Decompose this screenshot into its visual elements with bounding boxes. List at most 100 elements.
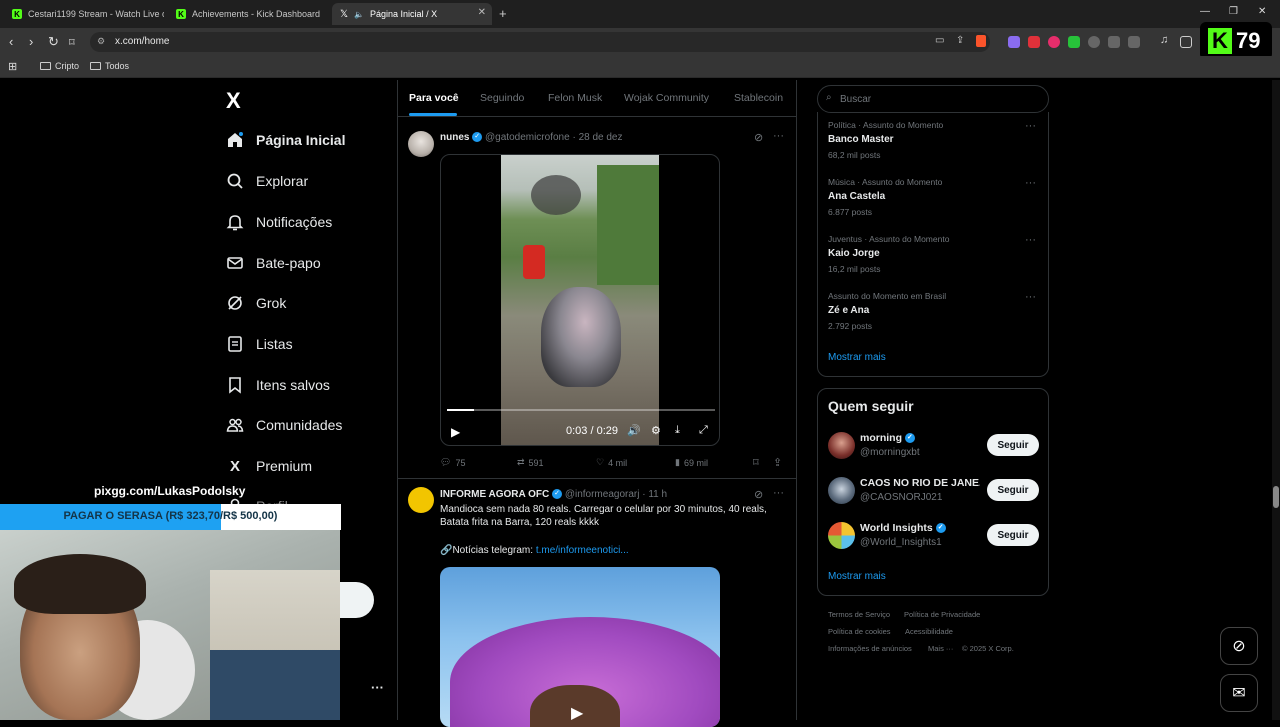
x-logo[interactable]: X <box>226 88 241 114</box>
scrollbar-thumb[interactable] <box>1273 486 1279 508</box>
more-icon[interactable]: ··· <box>773 487 784 499</box>
author-handle[interactable]: @informeagorarj <box>565 489 640 500</box>
grok-fab-icon[interactable]: ⊘ <box>1220 627 1258 665</box>
extension-icon[interactable] <box>1088 36 1100 48</box>
tab-for-you[interactable]: Para você <box>409 92 459 104</box>
suggested-account-name[interactable]: morning ✓ <box>860 432 915 444</box>
more-icon[interactable]: ··· <box>1025 177 1036 189</box>
reply-action[interactable]: 💬︎ 75 <box>440 457 465 468</box>
post-video[interactable]: ▶ <box>440 567 720 727</box>
avatar[interactable] <box>828 432 855 459</box>
footer-link[interactable]: Termos de Serviço <box>828 610 890 619</box>
volume-icon[interactable]: 🔊 <box>627 424 641 437</box>
tab-felon-musk[interactable]: Felon Musk <box>548 92 602 104</box>
post-link[interactable]: t.me/informeenotici... <box>536 545 629 556</box>
more-icon[interactable]: ··· <box>1025 120 1036 132</box>
site-info-icon[interactable]: ⚙ <box>97 36 105 47</box>
tab-wojak-community[interactable]: Wojak Community <box>624 92 709 104</box>
reload-icon[interactable]: ↻ <box>48 34 59 50</box>
grok-icon[interactable]: ⊘ <box>754 488 763 501</box>
footer-link[interactable]: Política de Privacidade <box>904 610 980 619</box>
post-date[interactable]: 28 de dez <box>579 132 623 143</box>
trend-name[interactable]: Ana Castela <box>828 191 885 202</box>
more-icon[interactable]: ··· <box>1025 291 1036 303</box>
restore-button[interactable]: ❐ <box>1229 6 1238 17</box>
avatar[interactable] <box>408 487 434 513</box>
author-name[interactable]: INFORME AGORA OFC <box>440 489 549 500</box>
avatar[interactable] <box>828 522 855 549</box>
views-action[interactable]: ▮ 69 mil <box>675 457 708 468</box>
play-icon[interactable]: ▶ <box>571 703 583 723</box>
show-more-trends-link[interactable]: Mostrar mais <box>828 352 886 363</box>
forward-icon[interactable]: › <box>29 34 33 49</box>
repost-action[interactable]: ⇄ 591 <box>517 457 544 468</box>
avatar[interactable] <box>408 131 434 157</box>
back-icon[interactable]: ‹ <box>9 34 13 49</box>
trend-name[interactable]: Banco Master <box>828 134 894 145</box>
avatar[interactable] <box>828 477 855 504</box>
extension-icon[interactable] <box>1028 36 1040 48</box>
follow-button[interactable]: Seguir <box>987 524 1039 546</box>
browser-tab-active[interactable]: 𝕏 🔈 Página Inicial / X ✕ <box>332 3 492 25</box>
footer-link[interactable]: Informações de anúncios <box>828 644 912 653</box>
settings-icon[interactable]: ⚙ <box>651 424 661 437</box>
close-tab-icon[interactable]: ✕ <box>478 7 486 18</box>
grok-icon[interactable]: ⊘ <box>754 131 763 144</box>
like-action[interactable]: ♡ 4 mil <box>596 457 627 468</box>
apps-grid-icon[interactable]: ⊞ <box>8 60 17 73</box>
nav-item-communities[interactable]: Comunidades <box>226 416 342 434</box>
video-player[interactable]: ▶ 0:03 / 0:29 🔊 ⚙ ⤓ ⤢ <box>440 154 720 446</box>
browser-tab[interactable]: K Achievements - Kick Dashboard <box>168 3 328 25</box>
extension-icon[interactable] <box>1008 36 1020 48</box>
footer-link[interactable]: Acessibilidade <box>905 627 953 636</box>
tab-following[interactable]: Seguindo <box>480 92 524 104</box>
picture-in-picture-icon[interactable]: ⤓ <box>675 424 680 437</box>
install-icon[interactable]: ▭ <box>935 35 944 46</box>
share-icon[interactable]: ⇪ <box>956 35 964 46</box>
nav-item-home[interactable]: Página Inicial <box>226 131 345 149</box>
author-handle[interactable]: @gatodemicrofone <box>485 132 570 143</box>
author-name[interactable]: nunes <box>440 132 469 143</box>
brave-shield-icon[interactable] <box>976 35 986 47</box>
show-more-follow-link[interactable]: Mostrar mais <box>828 571 886 582</box>
share-post-icon[interactable]: ⇪ <box>773 456 782 469</box>
post-date[interactable]: 11 h <box>648 489 667 500</box>
bookmark-post-icon[interactable]: ⌑ <box>753 456 759 469</box>
follow-button[interactable]: Seguir <box>987 479 1039 501</box>
nav-item-lists[interactable]: Listas <box>226 335 293 353</box>
page-scrollbar[interactable] <box>1272 80 1280 720</box>
suggested-account-name[interactable]: World Insights ✓ <box>860 522 946 534</box>
fullscreen-icon[interactable]: ⤢ <box>699 424 708 437</box>
extensions-puzzle-icon[interactable] <box>1108 36 1120 48</box>
suggested-account-name[interactable]: CAOS NO RIO DE JANE... <box>860 477 980 489</box>
close-window-button[interactable]: ✕ <box>1258 6 1266 17</box>
bookmark-page-icon[interactable]: ⌑ <box>69 36 75 49</box>
footer-more-link[interactable]: Mais ··· <box>928 644 953 653</box>
nav-item-bookmarks[interactable]: Itens salvos <box>226 376 330 394</box>
search-input[interactable]: ⌕ Buscar <box>817 85 1049 113</box>
bookmark-folder[interactable]: Cripto <box>40 61 79 71</box>
nav-item-explore[interactable]: Explorar <box>226 172 308 190</box>
nav-item-messages[interactable]: Bate-papo <box>226 254 321 272</box>
follow-button[interactable]: Seguir <box>987 434 1039 456</box>
nav-item-premium[interactable]: X Premium <box>226 457 312 475</box>
nav-item-grok[interactable]: Grok <box>226 294 286 312</box>
account-menu-icon[interactable]: ··· <box>371 680 384 695</box>
video-progress-track[interactable] <box>447 409 715 411</box>
messages-fab-icon[interactable]: ✉ <box>1220 674 1258 712</box>
extension-icon[interactable] <box>1048 36 1060 48</box>
minimize-button[interactable]: — <box>1200 6 1210 17</box>
play-icon[interactable]: ▶ <box>451 425 460 439</box>
url-field[interactable]: ⚙ x.com/home ▭ ⇪ <box>90 32 990 52</box>
sidebar-icon[interactable] <box>1180 36 1192 48</box>
media-icon[interactable]: ♫ <box>1160 34 1172 46</box>
nav-item-notifications[interactable]: Notificações <box>226 213 332 231</box>
trend-name[interactable]: Zé e Ana <box>828 305 869 316</box>
screenshot-icon[interactable] <box>1128 36 1140 48</box>
trend-name[interactable]: Kaio Jorge <box>828 248 880 259</box>
tab-stablecoin[interactable]: Stablecoin <box>734 92 783 104</box>
extension-icon[interactable] <box>1068 36 1080 48</box>
more-icon[interactable]: ··· <box>773 130 784 142</box>
more-icon[interactable]: ··· <box>1025 234 1036 246</box>
footer-link[interactable]: Política de cookies <box>828 627 891 636</box>
